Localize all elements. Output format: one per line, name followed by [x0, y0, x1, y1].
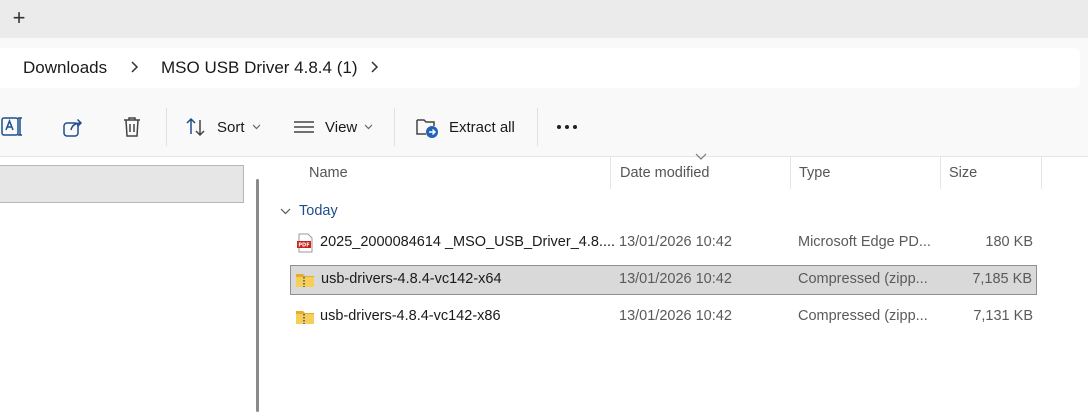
- breadcrumb-current-folder[interactable]: MSO USB Driver 4.8.4 (1): [161, 58, 358, 78]
- file-name: usb-drivers-4.8.4-vc142-x86: [320, 308, 501, 324]
- file-row-selected[interactable]: usb-drivers-4.8.4-vc142-x64 13/01/2026 1…: [290, 265, 1037, 295]
- file-size: 180 KB: [985, 234, 1033, 250]
- file-type: Compressed (zipp...: [798, 308, 928, 324]
- chevron-down-icon: [252, 124, 260, 130]
- share-icon: [63, 118, 83, 137]
- file-date: 13/01/2026 10:42: [619, 271, 732, 287]
- file-date: 13/01/2026 10:42: [619, 308, 732, 324]
- trash-icon: [124, 117, 140, 137]
- extract-folder-icon: [416, 119, 438, 138]
- extract-all-label: Extract all: [449, 118, 515, 136]
- more-options-button[interactable]: [556, 114, 578, 140]
- group-header-today[interactable]: Today: [280, 201, 338, 221]
- new-tab-button[interactable]: +: [8, 6, 30, 30]
- rename-button[interactable]: [0, 114, 24, 140]
- view-icon: [294, 121, 314, 133]
- extract-all-button[interactable]: Extract all: [415, 114, 515, 140]
- toolbar-separator: [166, 108, 167, 146]
- nav-selected-item[interactable]: [0, 165, 244, 203]
- nav-scrollbar[interactable]: [256, 179, 259, 412]
- breadcrumb-chevron-right-icon[interactable]: [130, 57, 140, 79]
- column-header-date[interactable]: Date modified: [620, 165, 709, 181]
- sort-icon: [186, 117, 205, 137]
- zip-folder-icon: [296, 311, 314, 324]
- sort-button[interactable]: Sort: [185, 114, 261, 140]
- share-button[interactable]: [61, 114, 85, 140]
- toolbar-separator: [537, 108, 538, 146]
- breadcrumb-chevron-right-icon[interactable]: [370, 57, 380, 79]
- file-name: 2025_2000084614 _MSO_USB_Driver_4.8....: [320, 234, 616, 250]
- column-header-type[interactable]: Type: [799, 165, 830, 181]
- chevron-down-icon: [280, 208, 291, 214]
- file-row[interactable]: PDF 2025_2000084614 _MSO_USB_Driver_4.8.…: [290, 228, 1037, 258]
- more-icon: [557, 125, 577, 129]
- group-label: Today: [299, 203, 338, 219]
- view-label: View: [325, 118, 358, 136]
- file-row[interactable]: usb-drivers-4.8.4-vc142-x86 13/01/2026 1…: [290, 302, 1037, 332]
- file-type: Microsoft Edge PD...: [798, 234, 931, 250]
- column-divider[interactable]: [790, 157, 791, 189]
- breadcrumb[interactable]: Downloads MSO USB Driver 4.8.4 (1): [0, 48, 1080, 88]
- column-header-size[interactable]: Size: [949, 165, 977, 181]
- delete-button[interactable]: [121, 114, 143, 140]
- tab-strip: +: [0, 0, 1088, 38]
- chevron-down-icon: [364, 124, 373, 130]
- breadcrumb-downloads[interactable]: Downloads: [23, 58, 107, 78]
- rename-icon: [1, 117, 22, 136]
- file-name: usb-drivers-4.8.4-vc142-x64: [321, 271, 502, 287]
- sort-label: Sort: [217, 118, 245, 136]
- toolbar-separator: [394, 108, 395, 146]
- navigation-pane: [0, 157, 268, 412]
- zip-folder-icon: [296, 274, 314, 287]
- file-size: 7,185 KB: [972, 271, 1032, 287]
- column-divider[interactable]: [610, 157, 611, 189]
- command-bar: Sort View Extract all: [0, 98, 1088, 157]
- file-type: Compressed (zipp...: [798, 271, 928, 287]
- pdf-file-icon: PDF: [297, 233, 313, 253]
- file-date: 13/01/2026 10:42: [619, 234, 732, 250]
- svg-text:PDF: PDF: [298, 243, 309, 249]
- column-header-row: Name Date modified Type Size: [268, 157, 1088, 189]
- column-divider[interactable]: [1041, 157, 1042, 189]
- file-size: 7,131 KB: [973, 308, 1033, 324]
- column-header-name[interactable]: Name: [309, 165, 348, 181]
- view-button[interactable]: View: [293, 114, 373, 140]
- column-divider[interactable]: [940, 157, 941, 189]
